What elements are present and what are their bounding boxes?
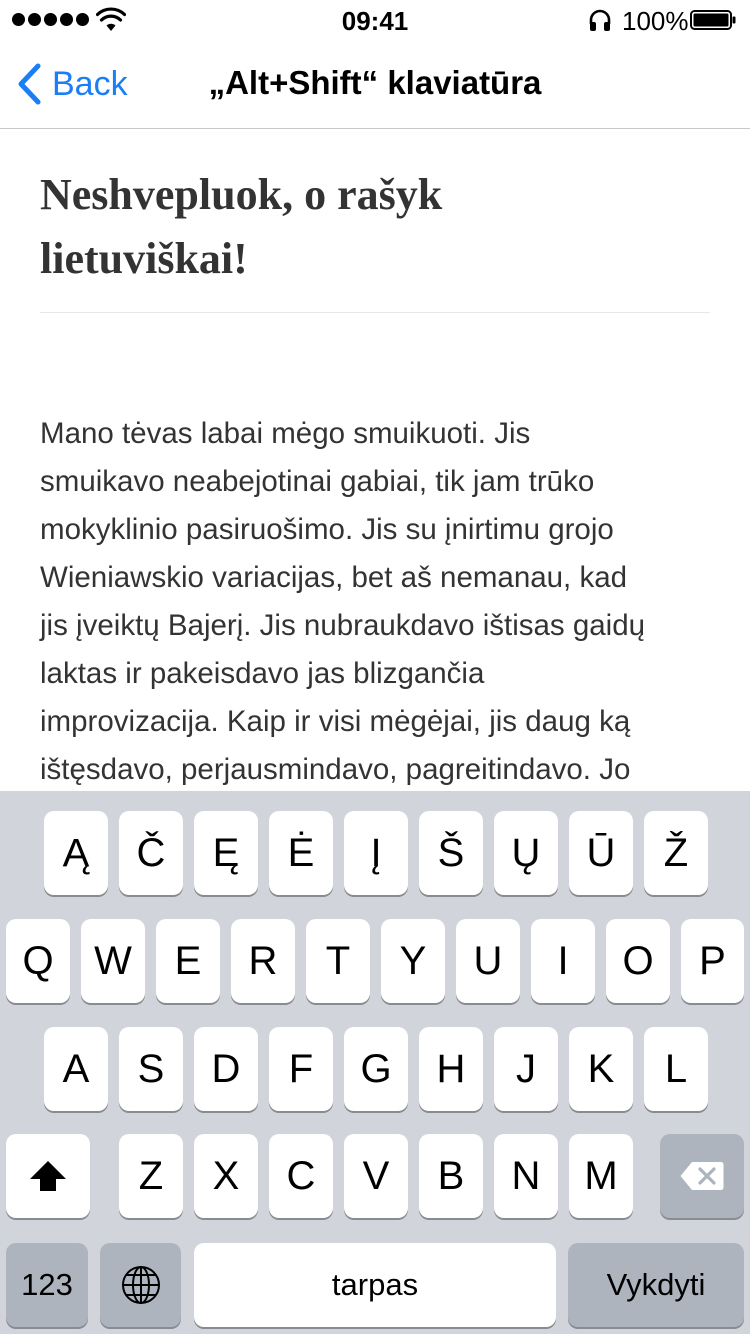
return-key[interactable]: Vykdyti [568,1243,744,1327]
key-a[interactable]: A [44,1027,108,1111]
shift-key[interactable] [6,1134,90,1218]
article-content[interactable]: Neshvepluok, o rašyk lietuviškai! Mano t… [0,129,750,791]
key-k[interactable]: K [569,1027,633,1111]
key-d[interactable]: D [194,1027,258,1111]
key-e-dot[interactable]: Ė [269,811,333,895]
space-key-label: tarpas [331,1267,419,1302]
key-c-caron[interactable]: Č [119,811,183,895]
back-button[interactable]: Back [16,62,128,106]
key-s[interactable]: S [119,1027,183,1111]
key-u[interactable]: U [456,919,520,1003]
backspace-key[interactable] [660,1134,744,1218]
globe-icon [121,1266,160,1304]
key-o[interactable]: O [606,919,670,1003]
page-title: „Alt+Shift“ klaviatūra [208,64,542,101]
status-bar: 09:41 100% [0,0,750,40]
key-u-macron[interactable]: Ū [569,811,633,895]
shift-icon [30,1161,66,1191]
key-u-ogonek[interactable]: Ų [494,811,558,895]
numbers-key-label: 123 [21,1267,73,1302]
article-heading: Neshvepluok, o rašyk lietuviškai! [40,170,443,283]
key-e[interactable]: E [156,919,220,1003]
battery-icon [690,10,736,30]
chevron-left-icon [18,63,41,105]
key-z-caron[interactable]: Ž [644,811,708,895]
navigation-bar: Back „Alt+Shift“ klaviatūra [0,40,750,129]
key-f[interactable]: F [269,1027,333,1111]
headphones-icon [589,9,611,31]
back-label: Back [52,64,128,103]
key-h[interactable]: H [419,1027,483,1111]
key-j[interactable]: J [494,1027,558,1111]
key-s-caron[interactable]: Š [419,811,483,895]
key-y[interactable]: Y [381,919,445,1003]
backspace-icon [680,1162,724,1190]
key-c[interactable]: C [269,1134,333,1218]
space-key[interactable]: tarpas [194,1243,556,1327]
globe-key[interactable] [100,1243,181,1327]
key-b[interactable]: B [419,1134,483,1218]
article-body: Mano tėvas labai mėgo smuikuoti. Jis smu… [40,417,646,786]
key-n[interactable]: N [494,1134,558,1218]
key-t[interactable]: T [306,919,370,1003]
key-q[interactable]: Q [6,919,70,1003]
key-g[interactable]: G [344,1027,408,1111]
key-x[interactable]: X [194,1134,258,1218]
key-i-ogonek[interactable]: Į [344,811,408,895]
keyboard: Ą Č Ę Ė Į Š Ų Ū Ž Q W E R T Y U I O P A … [0,791,750,1334]
key-a-ogonek[interactable]: Ą [44,811,108,895]
battery-percent: 100% [622,6,689,36]
key-z[interactable]: Z [119,1134,183,1218]
heading-divider [40,312,710,313]
numbers-key[interactable]: 123 [6,1243,88,1327]
key-w[interactable]: W [81,919,145,1003]
key-l[interactable]: L [644,1027,708,1111]
key-p[interactable]: P [681,919,744,1003]
key-e-ogonek[interactable]: Ę [194,811,258,895]
key-v[interactable]: V [344,1134,408,1218]
return-key-label: Vykdyti [606,1267,706,1302]
key-i[interactable]: I [531,919,595,1003]
key-r[interactable]: R [231,919,295,1003]
key-m[interactable]: M [569,1134,633,1218]
